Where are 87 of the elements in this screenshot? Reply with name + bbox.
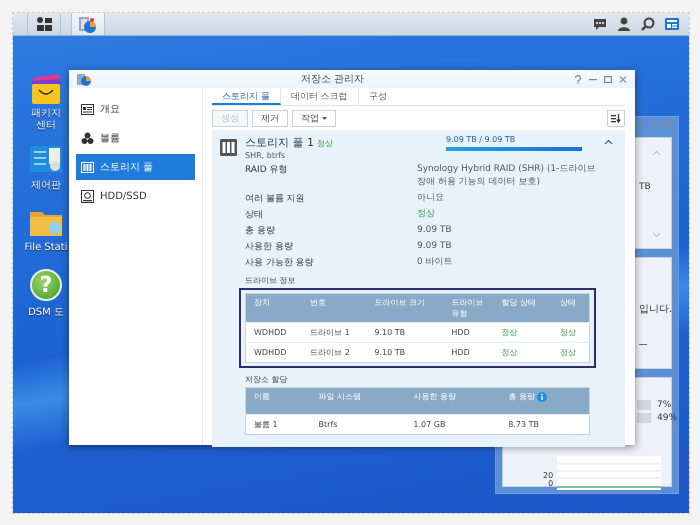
dropdown-button[interactable]: 작업	[292, 110, 336, 127]
property-label: 여러 볼륨 지원	[245, 193, 306, 206]
column-header: 상태	[560, 298, 576, 308]
taskbar-button[interactable]	[27, 13, 61, 35]
pool-subtitle: SHR, btrfs	[245, 151, 286, 160]
pool-name: 스토리지 풀 1	[245, 135, 314, 150]
table-cell: 볼륨 1	[246, 414, 311, 435]
table-cell: 정상	[552, 342, 590, 363]
table-cell: 1.07 GB	[405, 414, 500, 435]
sort-icon	[611, 114, 621, 123]
column-header: 드라이브 크기	[374, 298, 425, 308]
package-icon[interactable]	[30, 72, 62, 104]
property-value: 아니요	[417, 192, 445, 206]
capacity-text: TB	[639, 182, 651, 192]
table-cell: WDHDD	[246, 322, 302, 343]
maximize-icon[interactable]	[604, 74, 612, 84]
message-text: 입니다.	[639, 303, 672, 316]
usage-text: 9.09 TB / 9.09 TB	[446, 135, 516, 144]
column-header: 드라이브 유형	[451, 298, 484, 318]
tab[interactable]: 구성	[358, 88, 397, 105]
toolbar-button[interactable]: 제거	[252, 110, 288, 127]
close-icon[interactable]	[619, 74, 627, 84]
storage-app-icon	[77, 72, 91, 86]
user-icon[interactable]	[617, 17, 631, 31]
table-cell: 드라이브 1	[302, 322, 366, 343]
overview-icon	[81, 102, 94, 116]
sidebar-item[interactable]: 개요	[76, 96, 195, 122]
tab[interactable]: 스토리지 풀	[212, 88, 281, 105]
property-value: 9.09 TB	[417, 240, 453, 254]
column-header: 장치	[254, 298, 270, 308]
usage-bar	[637, 413, 651, 423]
table-cell: HDD	[443, 342, 494, 363]
info-icon[interactable]	[536, 392, 547, 402]
column-header: 파일 시스템	[318, 392, 362, 402]
storage-pool-icon	[220, 139, 237, 156]
axis-label: 20	[543, 472, 554, 480]
table-cell: 정상	[493, 342, 552, 363]
icon-label: File Stati	[24, 242, 68, 253]
property-value: 0 바이트	[417, 256, 454, 270]
property-label: 사용한 용량	[245, 241, 294, 254]
table-cell: Btrfs	[310, 414, 406, 435]
volume-icon	[81, 132, 94, 144]
icon-label: 패키지 센터	[30, 108, 62, 131]
table-cell: 9.10 TB	[366, 342, 444, 363]
usage-bar	[637, 400, 651, 410]
property-label: 사용 가능한 용량	[245, 257, 315, 270]
pool-status: 정상	[317, 138, 333, 149]
property-value: 9.09 TB	[417, 224, 453, 238]
sidebar-item[interactable]: 볼륨	[76, 125, 195, 151]
storage-app-icon	[79, 16, 97, 32]
property-value: 정상	[417, 208, 436, 222]
section-title: 드라이브 정보	[245, 275, 297, 286]
caret-icon	[322, 117, 327, 120]
taskbar-button[interactable]	[71, 13, 105, 35]
sidebar-item[interactable]: 스토리지 풀	[76, 154, 195, 180]
icon-label: DSM 도	[28, 306, 64, 319]
property-label: 상태	[245, 209, 264, 222]
widgets-icon[interactable]	[665, 17, 679, 31]
pool-icon	[81, 160, 94, 174]
icon-label: 제어판	[31, 179, 61, 192]
property-label: RAID 유형	[245, 164, 288, 177]
table-cell: 8.73 TB	[500, 414, 590, 435]
column-header: 이름	[254, 392, 270, 402]
column-header: 할당 상태	[501, 298, 536, 308]
axis-label: 0	[548, 480, 554, 488]
column-header: 번호	[310, 298, 326, 308]
column-header: 총 용량	[508, 392, 535, 402]
chat-icon[interactable]	[593, 17, 607, 31]
section-title: 저장소 할당	[245, 374, 289, 386]
property-value: Synology Hybrid RAID (SHR) (1-드라이브 장애 허용 기능의 데이터 보호)	[417, 163, 596, 190]
table-cell: 9.10 TB	[366, 322, 444, 343]
tab[interactable]: 데이터 스크럽	[280, 88, 359, 105]
table-cell: HDD	[443, 322, 494, 343]
table-cell: 정상	[493, 322, 552, 343]
main-menu-icon	[36, 17, 52, 31]
help-icon[interactable]	[574, 74, 582, 84]
table-cell: 정상	[552, 322, 590, 343]
table-cell: WDHDD	[246, 342, 302, 363]
sidebar-item[interactable]: HDD/SSD	[76, 183, 195, 209]
search-icon[interactable]	[641, 17, 655, 31]
window-title: 저장소 관리자	[300, 73, 366, 86]
percent-text: 7%	[657, 400, 672, 410]
table-cell: 드라이브 2	[302, 342, 366, 363]
chevron-up-icon[interactable]	[604, 139, 613, 145]
property-label: 총 용량	[245, 225, 276, 238]
sort-button[interactable]	[607, 110, 625, 127]
column-header: 사용한 용량	[413, 392, 456, 402]
